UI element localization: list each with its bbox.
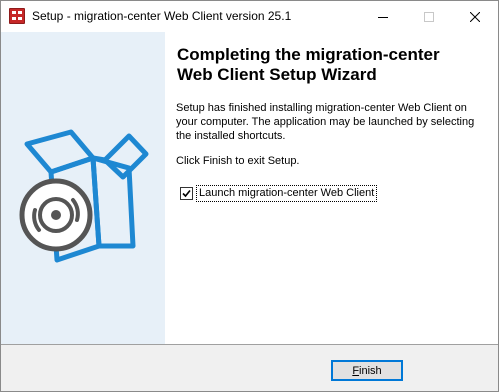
title-bar[interactable]: Setup - migration-center Web Client vers…	[1, 1, 498, 32]
exit-instruction: Click Finish to exit Setup.	[176, 155, 300, 167]
button-bar: Finish	[1, 345, 498, 391]
wizard-content: Completing the migration-center Web Clie…	[165, 32, 498, 345]
launch-checkbox-row[interactable]: Launch migration-center Web Client	[180, 184, 378, 202]
finish-label-rest: inish	[359, 364, 382, 377]
minimize-button[interactable]	[360, 1, 406, 32]
launch-checkbox-label[interactable]: Launch migration-center Web Client	[195, 184, 378, 202]
setup-app-icon	[9, 8, 25, 24]
close-icon	[470, 11, 480, 22]
window-title: Setup - migration-center Web Client vers…	[32, 9, 292, 23]
finish-button[interactable]: Finish	[331, 360, 403, 381]
checkmark-icon	[182, 189, 191, 197]
maximize-icon	[424, 11, 434, 22]
wizard-side-panel	[1, 32, 165, 345]
minimize-icon	[378, 16, 388, 18]
page-title: Completing the migration-center Web Clie…	[177, 45, 440, 84]
box-with-disc-icon	[19, 129, 149, 263]
maximize-button	[406, 1, 452, 32]
finish-message: Setup has finished installing migration-…	[176, 102, 475, 142]
launch-checkbox[interactable]	[180, 186, 193, 200]
setup-window: Setup - migration-center Web Client vers…	[0, 0, 499, 392]
close-button[interactable]	[452, 1, 498, 32]
finish-mnemonic: F	[352, 364, 360, 377]
